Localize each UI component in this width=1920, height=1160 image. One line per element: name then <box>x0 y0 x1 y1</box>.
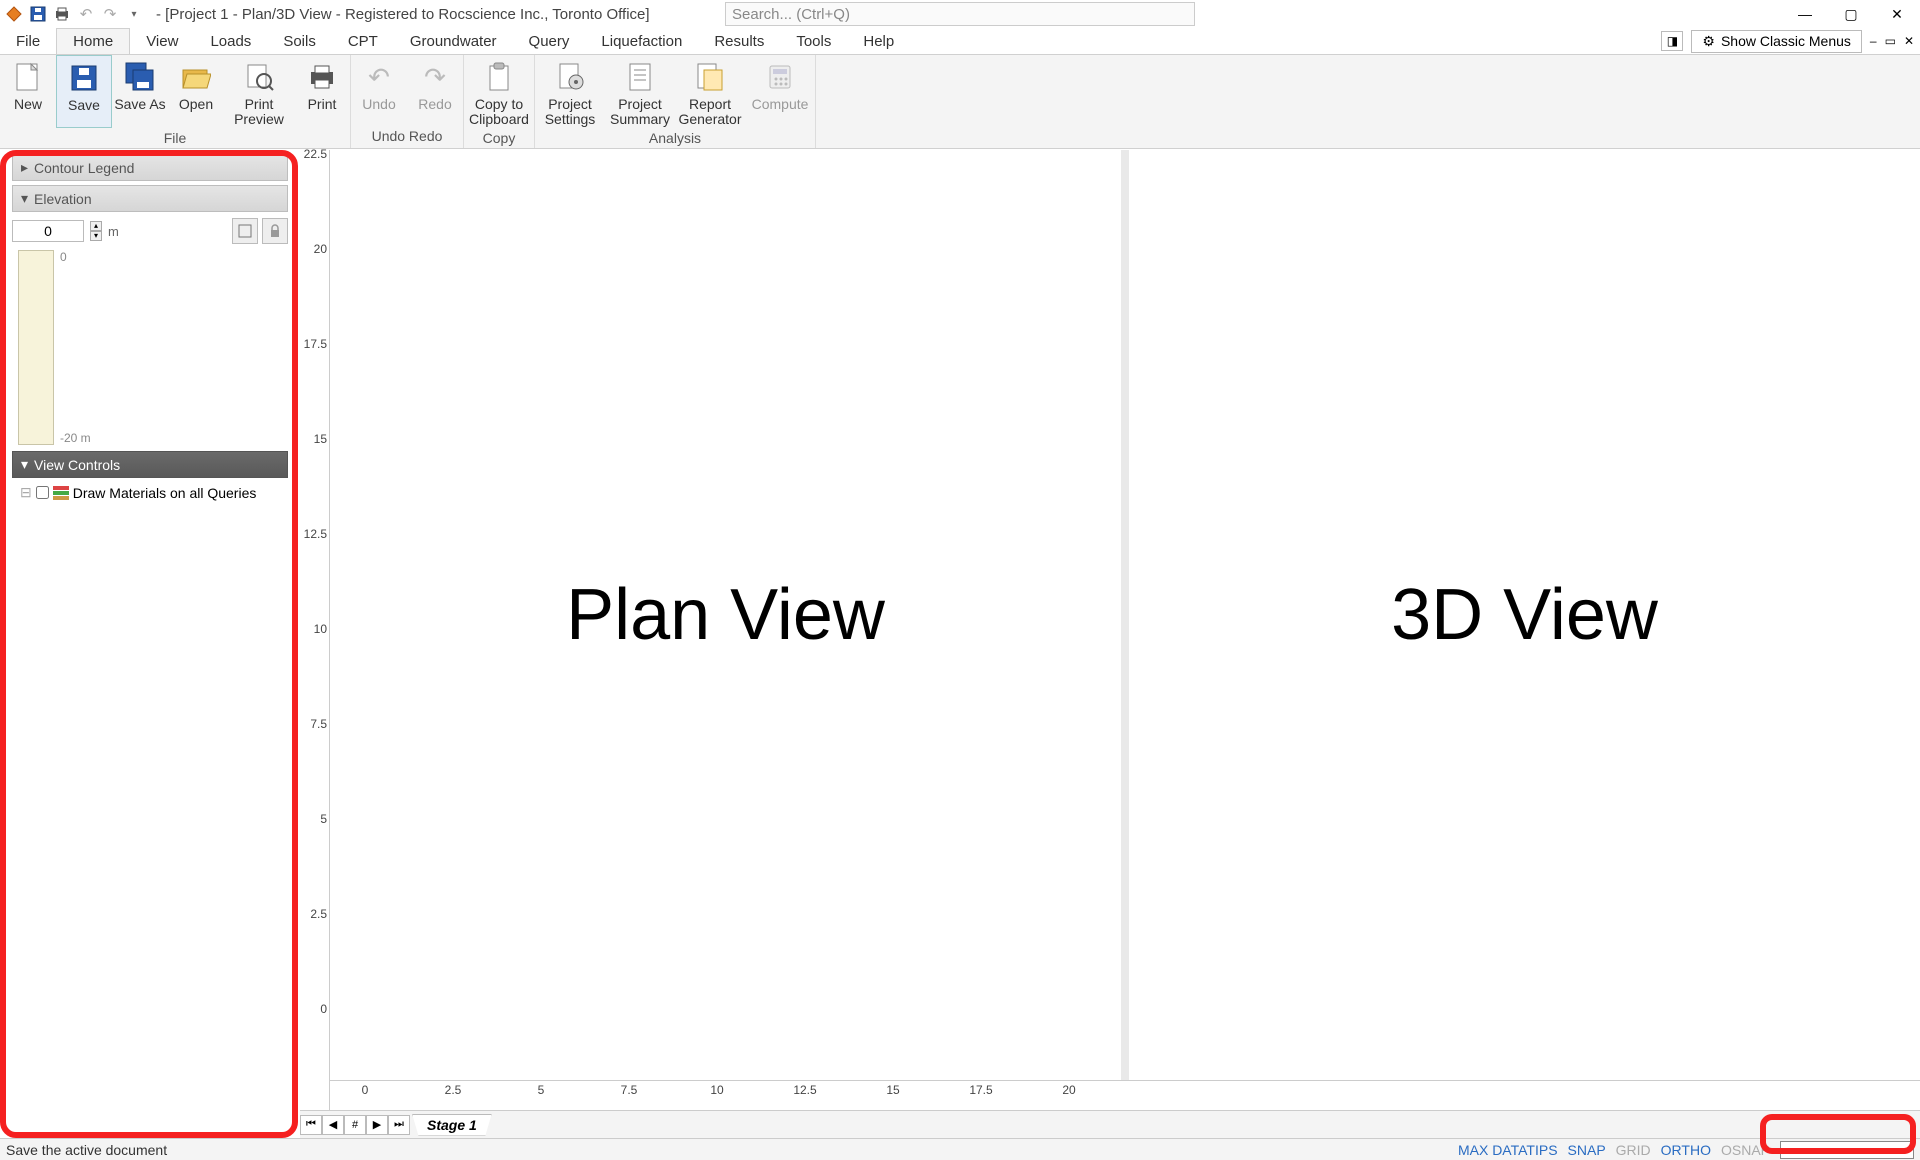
save-icon <box>68 62 100 94</box>
stage-tab-bar: ⏮ ◀ # ▶ ⏭ Stage 1 <box>300 1110 1920 1138</box>
report-icon <box>694 61 726 93</box>
print-preview-icon <box>243 61 275 93</box>
redo-button[interactable]: ↷Redo <box>407 55 463 126</box>
elevation-unit: m <box>108 224 119 239</box>
plan-view[interactable]: Plan View <box>330 150 1121 1080</box>
qat-dropdown-icon[interactable]: ▾ <box>124 4 144 24</box>
compute-icon <box>764 61 796 93</box>
draw-materials-checkbox[interactable] <box>36 486 49 499</box>
stage-next-button[interactable]: ▶ <box>366 1115 388 1135</box>
window-title: - [Project 1 - Plan/3D View - Registered… <box>156 6 650 23</box>
stage-last-button[interactable]: ⏭ <box>388 1115 410 1135</box>
gear-icon: ⚙ <box>1702 33 1715 50</box>
status-osnap[interactable]: OSNAP <box>1721 1142 1770 1158</box>
status-ortho[interactable]: ORTHO <box>1661 1142 1711 1158</box>
undo-button[interactable]: ↶Undo <box>351 55 407 126</box>
tab-query[interactable]: Query <box>513 28 586 54</box>
soil-column: 0-20 m <box>18 250 282 445</box>
maximize-button[interactable]: ▢ <box>1828 0 1874 28</box>
ribbon-group-copy: Copy <box>464 128 534 150</box>
stage-tab[interactable]: Stage 1 <box>412 1114 492 1136</box>
show-classic-menus-button[interactable]: ⚙Show Classic Menus <box>1691 30 1862 53</box>
contour-legend-header[interactable]: ▸Contour Legend <box>12 154 288 181</box>
status-max-datatips[interactable]: MAX DATATIPS <box>1458 1142 1558 1158</box>
ribbon-group-file: File <box>0 128 350 150</box>
collapse-icon: ▾ <box>21 190 28 207</box>
elevation-tool-1[interactable] <box>232 218 258 244</box>
status-message: Save the active document <box>6 1142 167 1158</box>
stage-list-button[interactable]: # <box>344 1115 366 1135</box>
3d-view[interactable]: 3D View <box>1129 150 1920 1080</box>
tab-help[interactable]: Help <box>847 28 910 54</box>
qat-undo-icon[interactable]: ↶ <box>76 4 96 24</box>
tab-tools[interactable]: Tools <box>780 28 847 54</box>
close-button[interactable]: ✕ <box>1874 0 1920 28</box>
tab-groundwater[interactable]: Groundwater <box>394 28 513 54</box>
print-button[interactable]: Print <box>294 55 350 128</box>
settings-icon <box>554 61 586 93</box>
report-generator-button[interactable]: Report Generator <box>675 55 745 128</box>
new-button[interactable]: New <box>0 55 56 128</box>
save-button[interactable]: Save <box>56 55 112 128</box>
collapse-icon: ▾ <box>21 456 28 473</box>
ribbon-group-undo: Undo Redo <box>351 126 463 148</box>
tab-soils[interactable]: Soils <box>267 28 332 54</box>
ribbon: New Save Save As Open Print Preview Prin… <box>0 55 1920 149</box>
minimize-button[interactable]: — <box>1782 0 1828 28</box>
tree-item-draw-materials[interactable]: ⊟ Draw Materials on all Queries <box>0 480 300 505</box>
tab-file[interactable]: File <box>0 28 56 54</box>
status-grid[interactable]: GRID <box>1616 1142 1651 1158</box>
panel-toggle-icon[interactable]: ◨ <box>1661 31 1683 51</box>
new-icon <box>12 61 44 93</box>
ruler-vertical: 22.52017.51512.5107.552.50 <box>300 150 330 1110</box>
open-icon <box>180 61 212 93</box>
view-controls-header[interactable]: ▾View Controls <box>12 451 288 478</box>
app-icon <box>4 4 24 24</box>
clipboard-icon <box>483 61 515 93</box>
stage-prev-button[interactable]: ◀ <box>322 1115 344 1135</box>
stage-first-button[interactable]: ⏮ <box>300 1115 322 1135</box>
tab-liquefaction[interactable]: Liquefaction <box>585 28 698 54</box>
save-as-button[interactable]: Save As <box>112 55 168 128</box>
soil-bar[interactable] <box>18 250 54 445</box>
project-settings-button[interactable]: Project Settings <box>535 55 605 128</box>
ribbon-group-analysis: Analysis <box>535 128 815 150</box>
undo-icon: ↶ <box>363 61 395 93</box>
project-summary-button[interactable]: Project Summary <box>605 55 675 128</box>
layers-icon <box>53 486 69 500</box>
tab-results[interactable]: Results <box>698 28 780 54</box>
save-as-icon <box>124 61 156 93</box>
elevation-input[interactable] <box>12 220 84 242</box>
summary-icon <box>624 61 656 93</box>
search-input[interactable]: Search... (Ctrl+Q) <box>725 2 1195 26</box>
compute-button[interactable]: Compute <box>745 55 815 128</box>
tab-view[interactable]: View <box>130 28 194 54</box>
side-panel: ▸Contour Legend ▾Elevation ▴▾ m 0-20 m ▾… <box>0 150 300 1138</box>
expand-icon: ▸ <box>21 159 28 176</box>
status-snap[interactable]: SNAP <box>1568 1142 1606 1158</box>
qat-redo-icon[interactable]: ↷ <box>100 4 120 24</box>
qat-save-icon[interactable] <box>28 4 48 24</box>
status-coord-field[interactable] <box>1780 1141 1914 1159</box>
menu-bar: File Home View Loads Soils CPT Groundwat… <box>0 28 1920 55</box>
open-button[interactable]: Open <box>168 55 224 128</box>
copy-clipboard-button[interactable]: Copy to Clipboard <box>464 55 534 128</box>
title-bar: ↶ ↷ ▾ - [Project 1 - Plan/3D View - Regi… <box>0 0 1920 28</box>
print-icon <box>306 61 338 93</box>
tab-home[interactable]: Home <box>56 28 130 54</box>
elevation-header[interactable]: ▾Elevation <box>12 185 288 212</box>
qat-print-icon[interactable] <box>52 4 72 24</box>
print-preview-button[interactable]: Print Preview <box>224 55 294 128</box>
ruler-horizontal: 02.557.51012.51517.520 <box>330 1080 1920 1110</box>
viewport: 22.52017.51512.5107.552.50 Plan View 3D … <box>300 150 1920 1138</box>
redo-icon: ↷ <box>419 61 451 93</box>
tab-cpt[interactable]: CPT <box>332 28 394 54</box>
status-bar: Save the active document MAX DATATIPS SN… <box>0 1138 1920 1160</box>
elevation-lock-icon[interactable] <box>262 218 288 244</box>
tab-loads[interactable]: Loads <box>194 28 267 54</box>
mdi-restore-icon[interactable]: ▭ <box>1885 34 1896 48</box>
mdi-minimize-icon[interactable]: – <box>1870 34 1877 48</box>
elevation-spinner[interactable]: ▴▾ <box>90 221 102 241</box>
mdi-close-icon[interactable]: ✕ <box>1904 34 1914 48</box>
